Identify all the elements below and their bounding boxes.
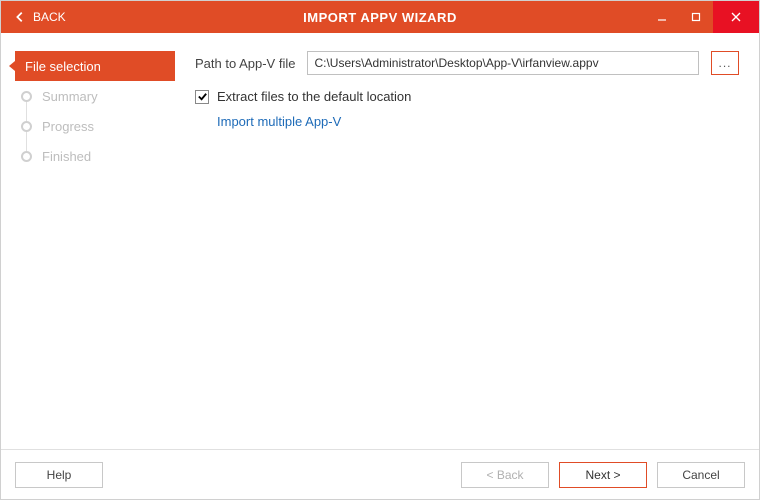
step-circle-icon bbox=[21, 151, 32, 162]
extract-checkbox-row: Extract files to the default location bbox=[195, 89, 739, 104]
step-label: Finished bbox=[42, 149, 91, 164]
wizard-steps-sidebar: File selection Summary Progress Finished bbox=[15, 51, 175, 449]
close-button[interactable] bbox=[713, 1, 759, 33]
step-progress: Progress bbox=[15, 111, 175, 141]
window-title: IMPORT APPV WIZARD bbox=[303, 10, 457, 25]
step-summary: Summary bbox=[15, 81, 175, 111]
titlebar: BACK IMPORT APPV WIZARD bbox=[1, 1, 759, 33]
path-row: Path to App-V file ... bbox=[195, 51, 739, 75]
arrow-left-icon bbox=[13, 10, 27, 24]
browse-button[interactable]: ... bbox=[711, 51, 739, 75]
step-label: File selection bbox=[25, 59, 101, 74]
step-file-selection[interactable]: File selection bbox=[15, 51, 175, 81]
close-icon bbox=[731, 12, 741, 22]
import-multiple-link[interactable]: Import multiple App-V bbox=[217, 114, 739, 129]
content-area: File selection Summary Progress Finished… bbox=[1, 33, 759, 449]
main-panel: Path to App-V file ... Extract files to … bbox=[195, 51, 745, 449]
path-input[interactable] bbox=[307, 51, 699, 75]
step-connector bbox=[26, 131, 27, 151]
minimize-button[interactable] bbox=[645, 1, 679, 33]
minimize-icon bbox=[657, 12, 667, 22]
next-button[interactable]: Next > bbox=[559, 462, 647, 488]
window-controls bbox=[645, 1, 759, 33]
step-label: Progress bbox=[42, 119, 94, 134]
maximize-button[interactable] bbox=[679, 1, 713, 33]
back-nav-button: < Back bbox=[461, 462, 549, 488]
maximize-icon bbox=[691, 12, 701, 22]
back-button[interactable]: BACK bbox=[1, 1, 78, 33]
help-button[interactable]: Help bbox=[15, 462, 103, 488]
back-label: BACK bbox=[33, 10, 66, 24]
step-circle-icon bbox=[21, 121, 32, 132]
cancel-button[interactable]: Cancel bbox=[657, 462, 745, 488]
checkmark-icon bbox=[197, 91, 208, 102]
path-label: Path to App-V file bbox=[195, 56, 295, 71]
extract-checkbox[interactable] bbox=[195, 90, 209, 104]
step-connector bbox=[26, 101, 27, 121]
step-finished: Finished bbox=[15, 141, 175, 171]
step-label: Summary bbox=[42, 89, 98, 104]
extract-label: Extract files to the default location bbox=[217, 89, 411, 104]
footer: Help < Back Next > Cancel bbox=[1, 449, 759, 499]
step-circle-icon bbox=[21, 91, 32, 102]
